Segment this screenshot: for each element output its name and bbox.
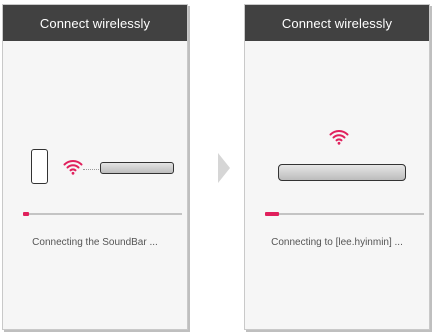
soundbar-icon <box>100 162 174 174</box>
progress-fill <box>23 212 30 216</box>
wifi-icon <box>329 129 349 150</box>
step-illustration: Connect wirelessly Connecting the SoundB… <box>0 0 435 334</box>
progress-fill <box>265 212 280 216</box>
title-bar: Connect wirelessly <box>3 5 187 41</box>
progress-bar <box>23 212 182 216</box>
phone-screen-connecting-network: Connect wirelessly Connecting to [lee.hy… <box>244 4 430 330</box>
wifi-icon <box>63 159 83 180</box>
title-bar: Connect wirelessly <box>245 5 429 41</box>
status-text: Connecting to [lee.hyinmin] ... <box>271 237 403 248</box>
status-text: Connecting the SoundBar ... <box>32 237 158 248</box>
right-arrow-icon <box>218 153 230 183</box>
connection-dotted-line <box>83 169 101 170</box>
progress-bar <box>265 212 424 216</box>
title-text: Connect wirelessly <box>39 15 151 31</box>
phone-screen-connecting-soundbar: Connect wirelessly Connecting the SoundB… <box>2 4 188 330</box>
smartphone-icon <box>31 149 48 184</box>
title-text: Connect wirelessly <box>281 15 393 31</box>
soundbar-icon <box>278 164 406 181</box>
